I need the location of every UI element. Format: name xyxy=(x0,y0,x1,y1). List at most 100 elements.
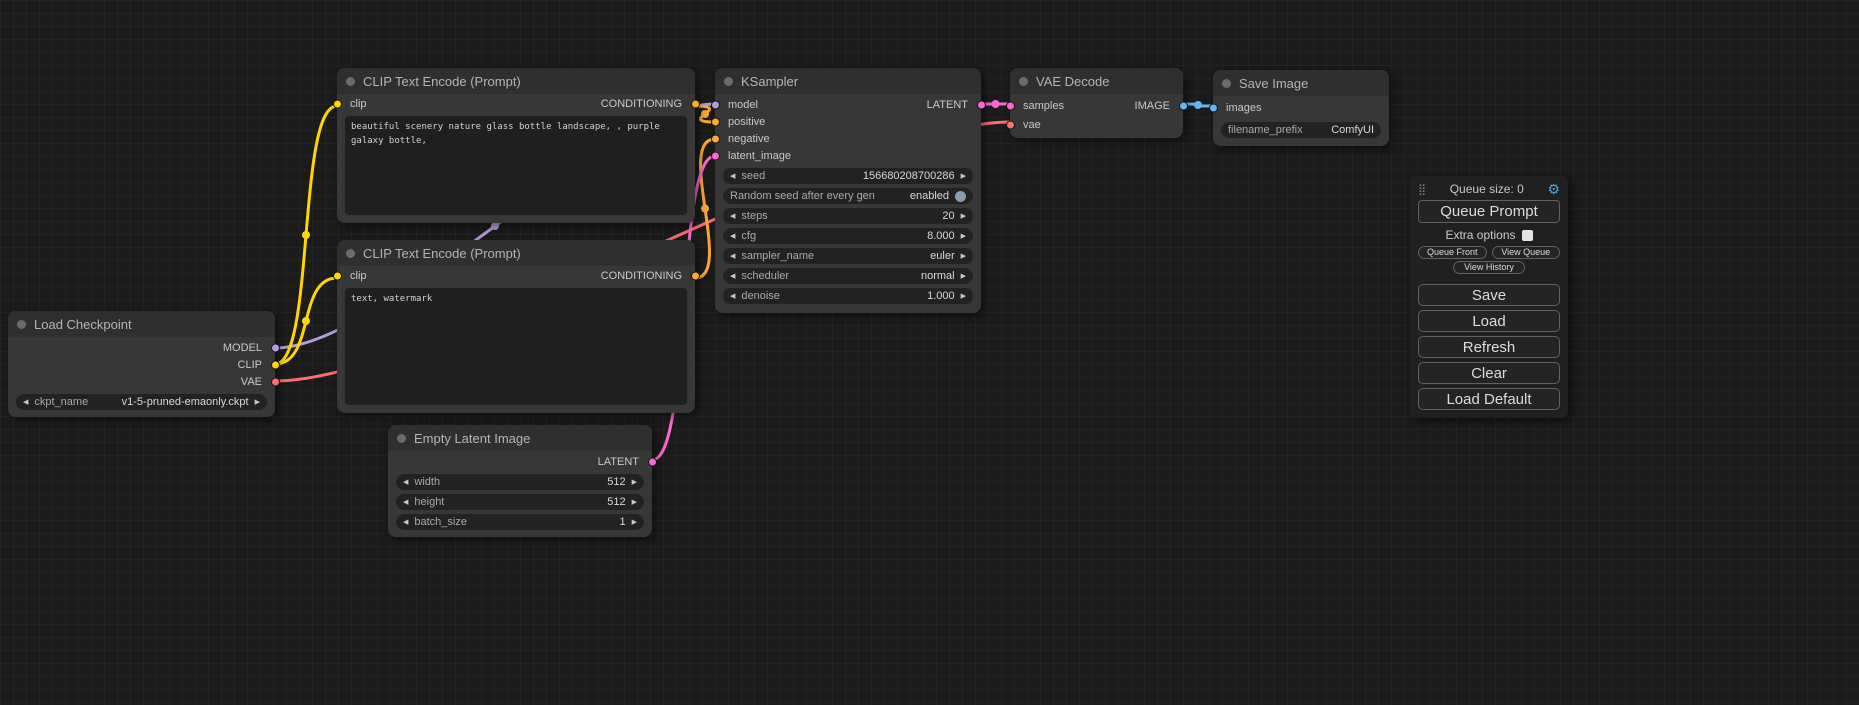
node-ksampler[interactable]: KSampler model LATENT positive negative … xyxy=(715,68,981,313)
collapse-dot-icon[interactable] xyxy=(724,77,733,86)
view-queue-button[interactable]: View Queue xyxy=(1492,246,1561,259)
port-dot-vae-output[interactable] xyxy=(271,377,280,386)
increment-arrow-icon[interactable]: ▶ xyxy=(632,499,637,506)
collapse-dot-icon[interactable] xyxy=(17,320,26,329)
port-dot-conditioning-output[interactable] xyxy=(691,100,700,109)
port-dot-clip-output[interactable] xyxy=(271,360,280,369)
save-button[interactable]: Save xyxy=(1418,284,1560,306)
increment-arrow-icon[interactable]: ▶ xyxy=(961,253,966,260)
increment-arrow-icon[interactable]: ▶ xyxy=(961,273,966,280)
view-history-button[interactable]: View History xyxy=(1453,261,1525,274)
port-dot-latent-image-input[interactable] xyxy=(711,151,720,160)
queue-front-button[interactable]: Queue Front xyxy=(1418,246,1487,259)
port-dot-conditioning-output[interactable] xyxy=(691,272,700,281)
increment-arrow-icon[interactable]: ▶ xyxy=(961,173,966,180)
port-dot-vae-input[interactable] xyxy=(1006,120,1015,129)
increment-arrow-icon[interactable]: ▶ xyxy=(632,519,637,526)
decrement-arrow-icon[interactable]: ◀ xyxy=(730,293,735,300)
collapse-dot-icon[interactable] xyxy=(397,434,406,443)
widget-width[interactable]: ◀ width 512 ▶ xyxy=(396,474,644,490)
widget-label: steps xyxy=(741,210,767,222)
node-vae-decode[interactable]: VAE Decode samples IMAGE vae xyxy=(1010,68,1183,138)
node-title-bar[interactable]: KSampler xyxy=(715,68,981,94)
collapse-dot-icon[interactable] xyxy=(1019,77,1028,86)
widget-denoise[interactable]: ◀ denoise 1.000 ▶ xyxy=(723,288,973,304)
node-load-checkpoint[interactable]: Load Checkpoint MODEL CLIP VAE ◀ ckpt_na… xyxy=(8,311,275,417)
decrement-arrow-icon[interactable]: ◀ xyxy=(403,499,408,506)
widget-value: 1.000 xyxy=(927,290,955,302)
widget-random-seed-toggle[interactable]: Random seed after every gen enabled xyxy=(723,188,973,204)
queue-prompt-button[interactable]: Queue Prompt xyxy=(1418,200,1560,223)
node-clip-text-encode-negative[interactable]: CLIP Text Encode (Prompt) clip CONDITION… xyxy=(337,240,695,413)
port-dot-positive-input[interactable] xyxy=(711,117,720,126)
port-dot-image-output[interactable] xyxy=(1179,102,1188,111)
collapse-dot-icon[interactable] xyxy=(346,77,355,86)
clear-button[interactable]: Clear xyxy=(1418,362,1560,384)
queue-menu-panel: ⣿ Queue size: 0 ⚙ Queue Prompt Extra opt… xyxy=(1410,176,1568,418)
node-title-bar[interactable]: Save Image xyxy=(1213,70,1389,96)
node-title-bar[interactable]: CLIP Text Encode (Prompt) xyxy=(337,240,695,266)
widget-sampler-name[interactable]: ◀ sampler_name euler ▶ xyxy=(723,248,973,264)
history-row: View History xyxy=(1418,261,1560,274)
widget-label: batch_size xyxy=(414,516,467,528)
node-title-bar[interactable]: VAE Decode xyxy=(1010,68,1183,94)
widget-value: 512 xyxy=(607,476,625,488)
widget-value: euler xyxy=(930,250,954,262)
port-dot-latent-output[interactable] xyxy=(977,100,986,109)
port-dot-clip-input[interactable] xyxy=(333,100,342,109)
node-title-label: VAE Decode xyxy=(1036,74,1109,89)
widget-cfg[interactable]: ◀ cfg 8.000 ▶ xyxy=(723,228,973,244)
port-dot-model-input[interactable] xyxy=(711,100,720,109)
port-dot-images-input[interactable] xyxy=(1209,104,1218,113)
port-dot-clip-input[interactable] xyxy=(333,272,342,281)
node-title-bar[interactable]: Load Checkpoint xyxy=(8,311,275,337)
widget-filename-prefix[interactable]: filename_prefix ComfyUI xyxy=(1221,122,1381,138)
port-dot-latent-output[interactable] xyxy=(648,457,657,466)
decrement-arrow-icon[interactable]: ◀ xyxy=(730,173,735,180)
decrement-arrow-icon[interactable]: ◀ xyxy=(403,479,408,486)
toggle-knob-icon[interactable] xyxy=(955,191,966,202)
collapse-dot-icon[interactable] xyxy=(1222,79,1231,88)
increment-arrow-icon[interactable]: ▶ xyxy=(961,233,966,240)
node-empty-latent-image[interactable]: Empty Latent Image LATENT ◀ width 512 ▶ … xyxy=(388,425,652,537)
node-title-bar[interactable]: CLIP Text Encode (Prompt) xyxy=(337,68,695,94)
increment-arrow-icon[interactable]: ▶ xyxy=(961,213,966,220)
prompt-textarea[interactable]: text, watermark xyxy=(345,288,687,405)
decrement-arrow-icon[interactable]: ◀ xyxy=(403,519,408,526)
port-row-positive: positive xyxy=(715,113,981,130)
widget-batch-size[interactable]: ◀ batch_size 1 ▶ xyxy=(396,514,644,530)
comfyui-canvas[interactable]: Load Checkpoint MODEL CLIP VAE ◀ ckpt_na… xyxy=(0,0,1859,705)
decrement-arrow-icon[interactable]: ◀ xyxy=(23,399,28,406)
increment-arrow-icon[interactable]: ▶ xyxy=(632,479,637,486)
queue-size-label: Queue size: 0 xyxy=(1426,182,1547,196)
port-dot-samples-input[interactable] xyxy=(1006,102,1015,111)
widget-seed[interactable]: ◀ seed 156680208700286 ▶ xyxy=(723,168,973,184)
collapse-dot-icon[interactable] xyxy=(346,249,355,258)
load-default-button[interactable]: Load Default xyxy=(1418,388,1560,410)
node-save-image[interactable]: Save Image images filename_prefix ComfyU… xyxy=(1213,70,1389,146)
port-label-clip: clip xyxy=(350,270,367,282)
port-row-images: images xyxy=(1213,98,1389,118)
increment-arrow-icon[interactable]: ▶ xyxy=(961,293,966,300)
widget-label: scheduler xyxy=(741,270,789,282)
widget-ckpt-name[interactable]: ◀ ckpt_name v1-5-pruned-emaonly.ckpt ▶ xyxy=(16,394,267,410)
port-dot-model-output[interactable] xyxy=(271,343,280,352)
widget-height[interactable]: ◀ height 512 ▶ xyxy=(396,494,644,510)
decrement-arrow-icon[interactable]: ◀ xyxy=(730,233,735,240)
drag-handle-icon[interactable]: ⣿ xyxy=(1418,183,1426,196)
widget-steps[interactable]: ◀ steps 20 ▶ xyxy=(723,208,973,224)
decrement-arrow-icon[interactable]: ◀ xyxy=(730,273,735,280)
port-label-latent: LATENT xyxy=(598,456,639,468)
node-title-bar[interactable]: Empty Latent Image xyxy=(388,425,652,451)
decrement-arrow-icon[interactable]: ◀ xyxy=(730,253,735,260)
settings-gear-icon[interactable]: ⚙ xyxy=(1547,181,1560,198)
port-dot-negative-input[interactable] xyxy=(711,134,720,143)
refresh-button[interactable]: Refresh xyxy=(1418,336,1560,358)
load-button[interactable]: Load xyxy=(1418,310,1560,332)
widget-scheduler[interactable]: ◀ scheduler normal ▶ xyxy=(723,268,973,284)
increment-arrow-icon[interactable]: ▶ xyxy=(255,399,260,406)
extra-options-checkbox[interactable] xyxy=(1522,230,1533,241)
node-clip-text-encode-positive[interactable]: CLIP Text Encode (Prompt) clip CONDITION… xyxy=(337,68,695,223)
prompt-textarea[interactable]: beautiful scenery nature glass bottle la… xyxy=(345,116,687,215)
decrement-arrow-icon[interactable]: ◀ xyxy=(730,213,735,220)
